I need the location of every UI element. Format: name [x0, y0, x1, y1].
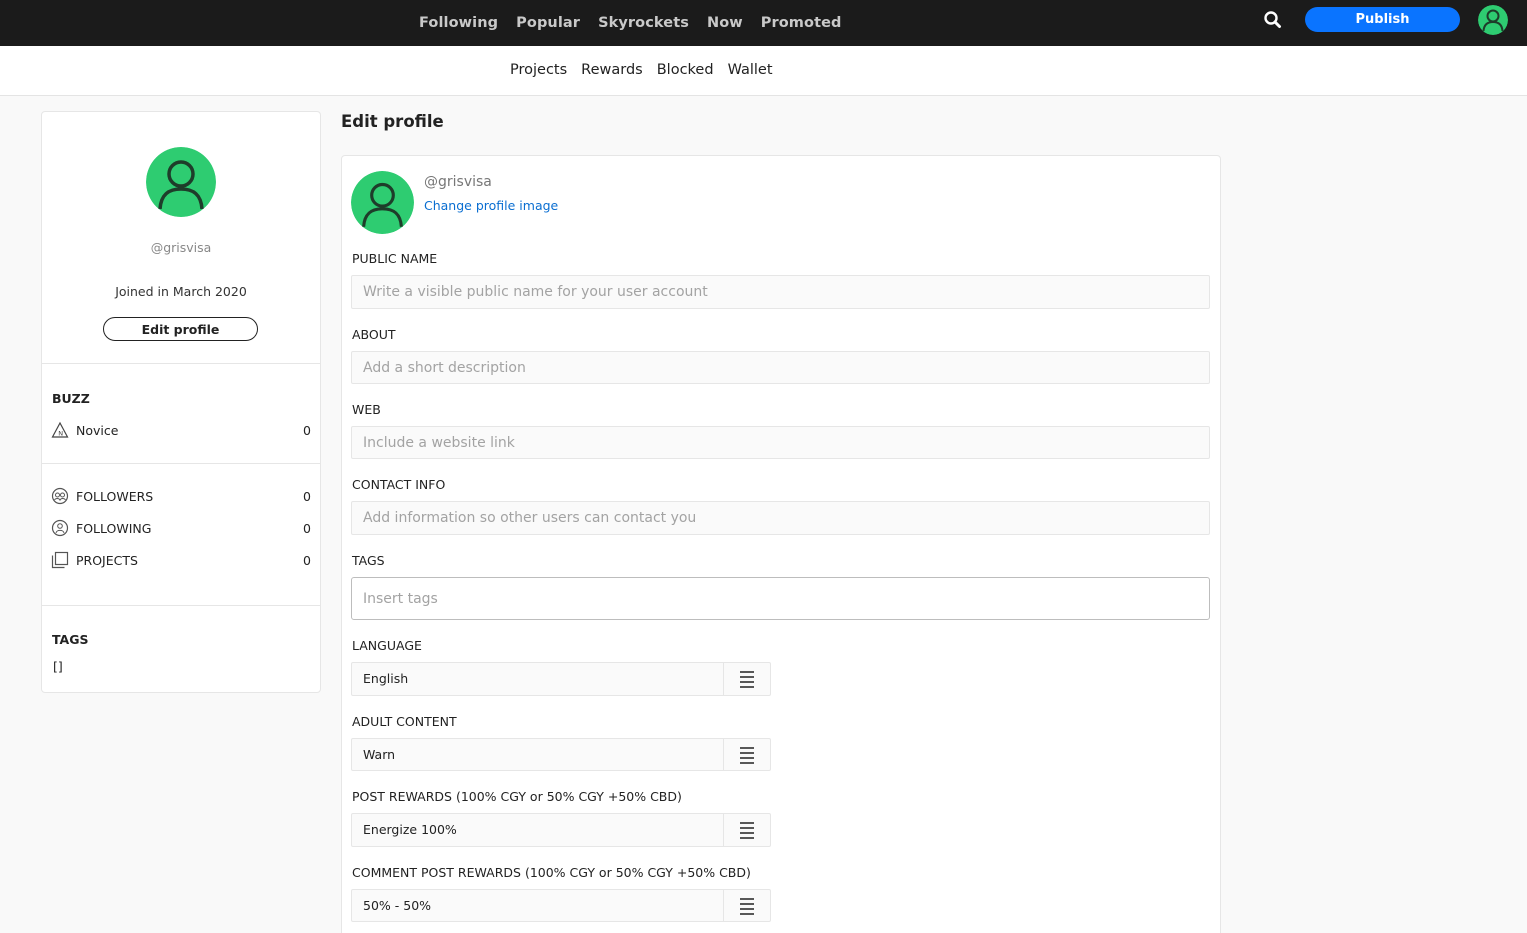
comment-rewards-select[interactable]: 50% - 50% — [351, 889, 771, 922]
buzz-level: Novice — [76, 422, 119, 438]
language-label: LANGUAGE — [352, 638, 422, 653]
language-value: English — [363, 671, 409, 686]
projects-value: 0 — [303, 552, 311, 568]
profile-image-icon — [351, 171, 414, 234]
post-rewards-label: POST REWARDS (100% CGY or 50% CGY +50% C… — [352, 789, 682, 804]
nav-popular[interactable]: Popular — [516, 15, 580, 31]
web-input[interactable] — [351, 426, 1210, 459]
top-navbar: Following Popular Skyrockets Now Promote… — [0, 0, 1527, 46]
followers-row[interactable]: FOLLOWERS 0 — [51, 486, 311, 506]
contact-info-label: CONTACT INFO — [352, 477, 446, 492]
comment-rewards-label: COMMENT POST REWARDS (100% CGY or 50% CG… — [352, 865, 751, 880]
adult-content-value: Warn — [363, 747, 396, 762]
svg-text:N: N — [58, 430, 63, 438]
divider — [42, 605, 320, 606]
menu-icon[interactable] — [723, 890, 770, 922]
post-rewards-value: Energize 100% — [363, 822, 457, 837]
subnav-wallet[interactable]: Wallet — [728, 62, 773, 78]
followers-value: 0 — [303, 488, 311, 504]
publish-button[interactable]: Publish — [1305, 7, 1460, 32]
search-icon[interactable] — [1262, 9, 1284, 31]
subnav-blocked[interactable]: Blocked — [657, 62, 714, 78]
novice-icon: N — [51, 421, 69, 439]
user-avatar-icon[interactable] — [1478, 5, 1508, 35]
profile-card: @grisvisa Joined in March 2020 Edit prof… — [41, 111, 321, 693]
projects-label: PROJECTS — [76, 552, 138, 568]
nav-skyrockets[interactable]: Skyrockets — [598, 15, 689, 31]
adult-content-label: ADULT CONTENT — [352, 714, 457, 729]
nav-now[interactable]: Now — [707, 15, 743, 31]
menu-icon[interactable] — [723, 663, 770, 695]
main-nav: Following Popular Skyrockets Now Promote… — [410, 0, 851, 46]
profile-avatar-icon — [146, 147, 216, 217]
language-select[interactable]: English — [351, 662, 771, 696]
followers-icon — [51, 487, 69, 505]
nav-promoted[interactable]: Promoted — [761, 15, 842, 31]
divider — [42, 363, 320, 364]
tags-title: TAGS — [52, 632, 89, 647]
following-row[interactable]: FOLLOWING 0 — [51, 518, 311, 538]
public-name-label: PUBLIC NAME — [352, 251, 438, 266]
adult-content-select[interactable]: Warn — [351, 738, 771, 771]
subnav-projects[interactable]: Projects — [510, 62, 567, 78]
tags-label: TAGS — [352, 553, 385, 568]
page-title: Edit profile — [341, 112, 444, 131]
form-handle: @grisvisa — [424, 174, 492, 190]
edit-profile-form: @grisvisa Change profile image PUBLIC NA… — [341, 155, 1221, 933]
contact-info-input[interactable] — [351, 501, 1210, 535]
following-value: 0 — [303, 520, 311, 536]
change-profile-image-link[interactable]: Change profile image — [424, 198, 558, 213]
comment-rewards-value: 50% - 50% — [363, 898, 432, 913]
sub-navbar: Projects Rewards Blocked Wallet — [0, 46, 1527, 96]
menu-icon[interactable] — [723, 739, 770, 771]
menu-icon[interactable] — [723, 814, 770, 846]
buzz-title: BUZZ — [52, 391, 90, 406]
profile-handle: @grisvisa — [150, 240, 212, 255]
tags-value: [] — [53, 659, 63, 674]
projects-icon — [51, 551, 69, 569]
public-name-input[interactable] — [351, 275, 1210, 309]
about-input[interactable] — [351, 351, 1210, 384]
nav-following[interactable]: Following — [419, 15, 498, 31]
divider — [42, 463, 320, 464]
subnav-rewards[interactable]: Rewards — [581, 62, 643, 78]
buzz-row: N Novice 0 — [51, 420, 311, 440]
edit-profile-button[interactable]: Edit profile — [103, 317, 258, 341]
buzz-value: 0 — [303, 422, 311, 438]
web-label: WEB — [352, 402, 381, 417]
following-label: FOLLOWING — [76, 520, 152, 536]
tags-input[interactable] — [351, 577, 1210, 620]
projects-row[interactable]: PROJECTS 0 — [51, 550, 311, 570]
about-label: ABOUT — [352, 327, 396, 342]
followers-label: FOLLOWERS — [76, 488, 154, 504]
profile-subnav: Projects Rewards Blocked Wallet — [503, 46, 780, 94]
post-rewards-select[interactable]: Energize 100% — [351, 813, 771, 847]
following-icon — [51, 519, 69, 537]
joined-date: Joined in March 2020 — [115, 284, 247, 299]
